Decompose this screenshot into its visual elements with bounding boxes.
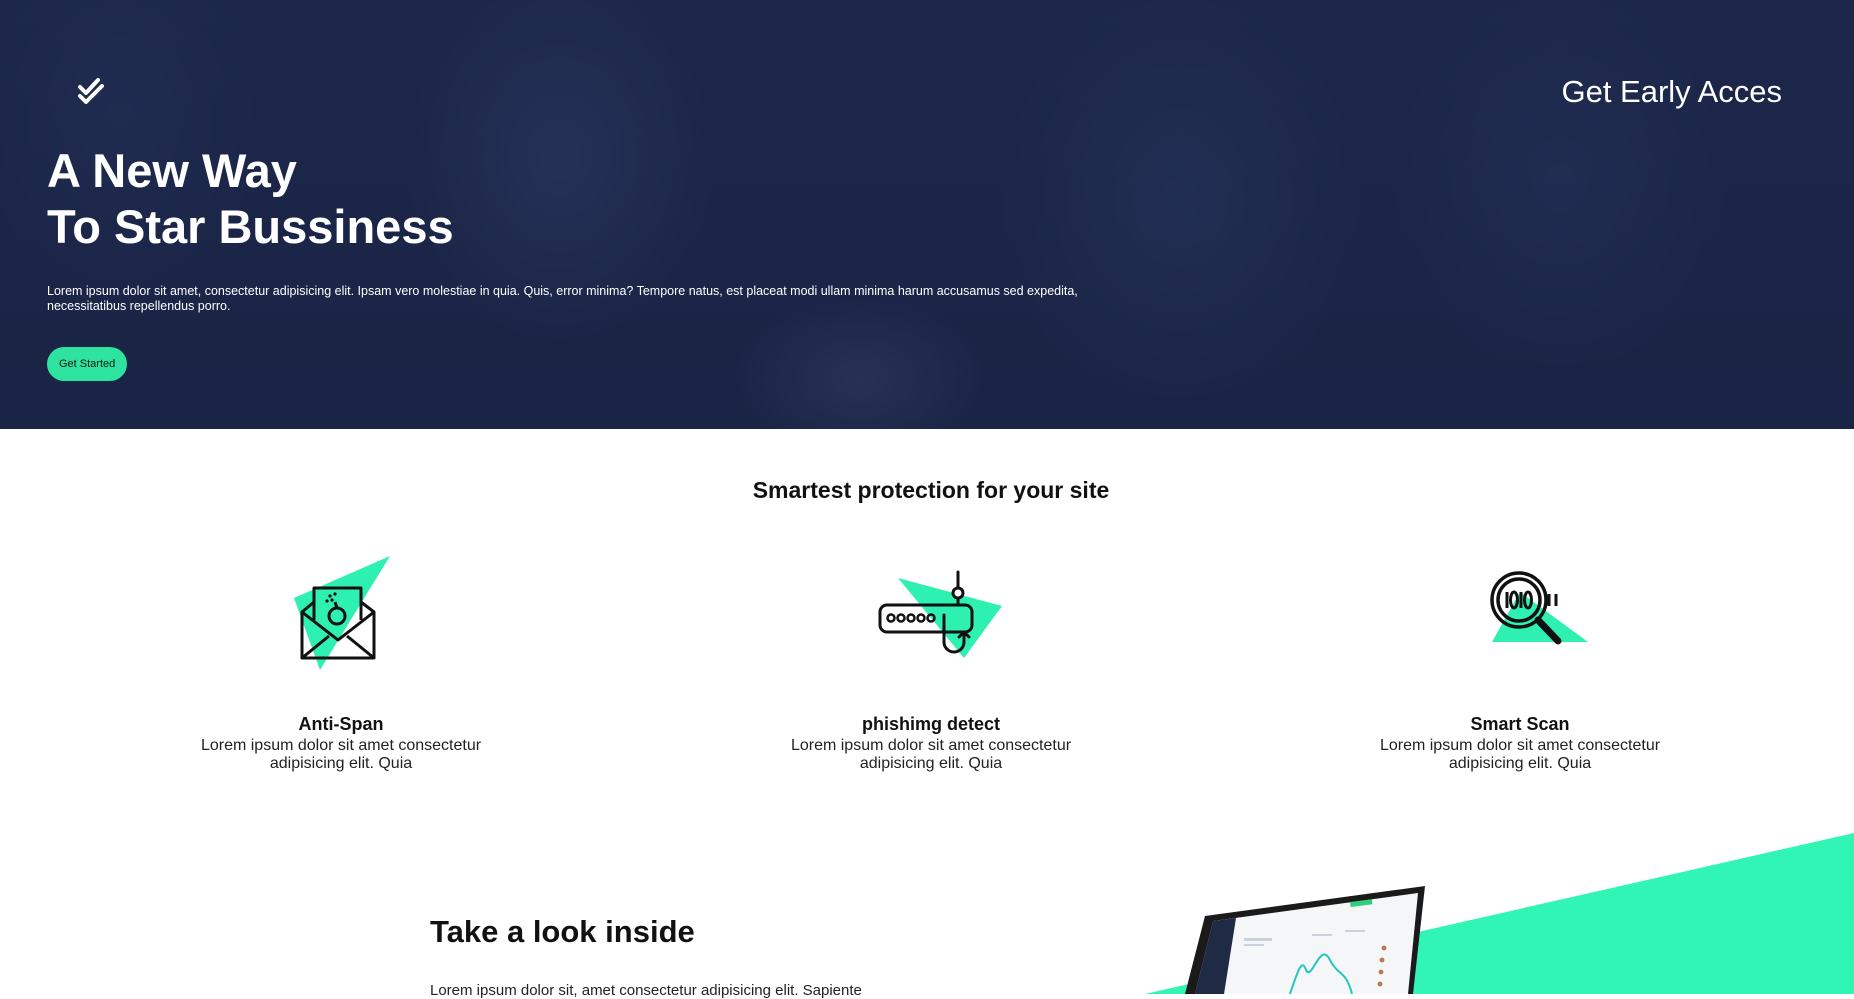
feature-title: phishimg detect — [861, 714, 1000, 734]
laptop-screenshot — [1185, 886, 1425, 994]
mail-bomb-icon — [251, 550, 431, 680]
hero-title-line1: A New Way — [47, 144, 297, 197]
inside-title: Take a look inside — [430, 914, 695, 949]
magnifier-binary-icon — [1430, 550, 1610, 680]
feature-title: Smart Scan — [1470, 714, 1570, 734]
feature-smart-scan: Smart Scan Lorem ipsum dolor sit amet co… — [1360, 550, 1680, 773]
feature-text: Lorem ipsum dolor sit amet consectetur a… — [200, 737, 482, 772]
hero-description: Lorem ipsum dolor sit amet, consectetur … — [47, 284, 1078, 313]
feature-text: Lorem ipsum dolor sit amet consectetur a… — [790, 737, 1072, 772]
feature-title: Anti-Span — [298, 714, 384, 734]
double-check-icon[interactable] — [76, 74, 110, 108]
hero-section: Get Early Acces A New Way To Star Bussin… — [0, 0, 1854, 429]
hero-title: A New Way To Star Bussiness — [47, 143, 454, 255]
get-early-access-link[interactable]: Get Early Acces — [1561, 74, 1782, 110]
inside-decorative-background — [0, 820, 1854, 994]
get-started-button[interactable]: Get Started — [47, 347, 128, 381]
feature-text: Lorem ipsum dolor sit amet consectetur a… — [1379, 737, 1661, 772]
hero-title-line2: To Star Bussiness — [47, 200, 454, 253]
inside-text: Lorem ipsum dolor sit, amet consectetur … — [430, 982, 862, 999]
features-title: Smartest protection for your site — [752, 477, 1110, 503]
feature-anti-span: Anti-Span Lorem ipsum dolor sit amet con… — [181, 550, 501, 773]
router-hook-icon — [841, 550, 1021, 680]
feature-phishing-detect: phishimg detect Lorem ipsum dolor sit am… — [771, 550, 1091, 773]
